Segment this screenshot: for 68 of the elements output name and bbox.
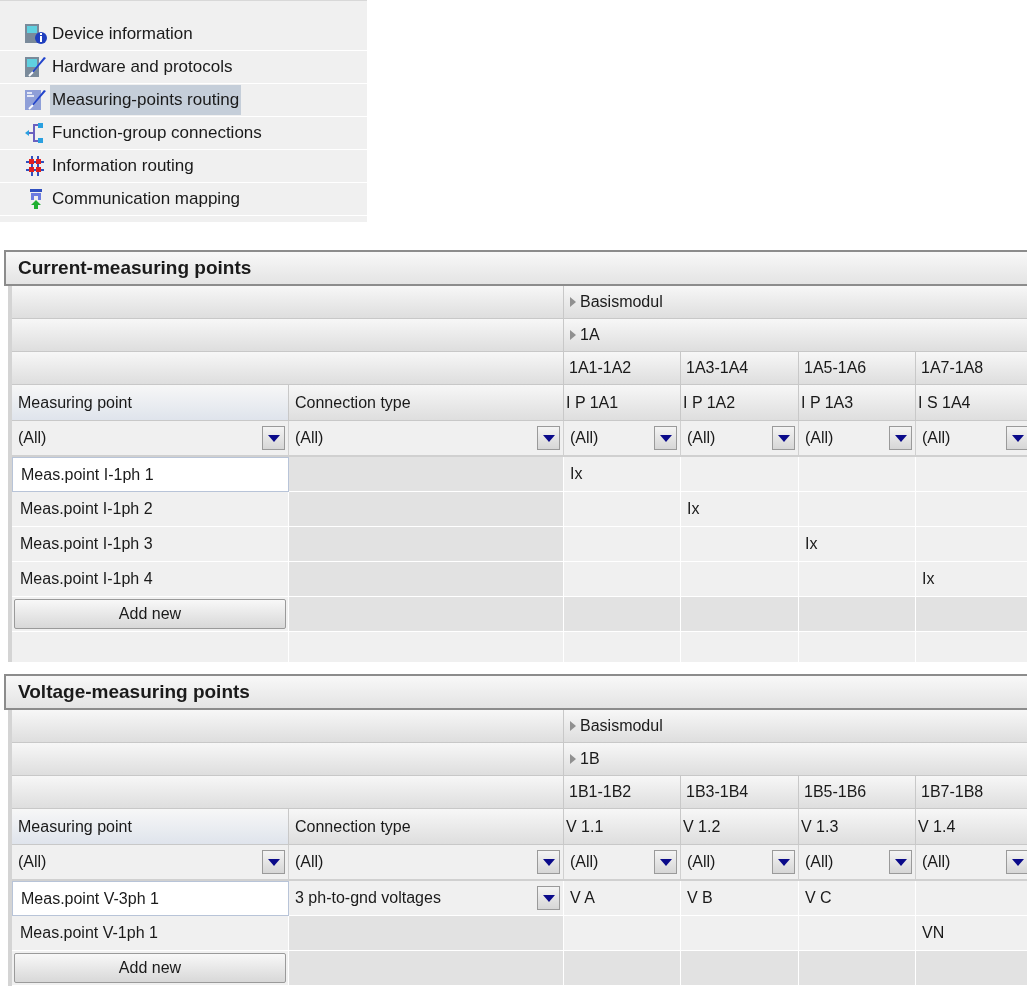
table-cell: V C [799,881,916,916]
nav-item[interactable]: Information routing [50,151,196,181]
table-cell: V B [681,881,799,916]
expand-triangle-icon[interactable] [570,297,576,307]
column-header[interactable]: I P 1A2 [681,385,799,421]
column-header: 1B3-1B4 [681,776,799,809]
column-header[interactable]: Measuring point [12,809,289,845]
table-cell: Ix [799,527,916,562]
routing-screwdriver-icon [24,89,48,111]
column-header[interactable]: V 1.3 [799,809,916,845]
section-title: Current-measuring points [4,250,1027,286]
column-header[interactable]: I S 1A4 [916,385,1027,421]
nav-item[interactable]: Communication mapping [50,184,243,214]
column-header: 1A5-1A6 [799,352,916,385]
column-header[interactable]: V 1.1 [564,809,681,845]
dropdown-field[interactable]: 3 ph-to-gnd voltages [289,881,564,916]
table-cell[interactable]: Meas.point I-1ph 3 [12,527,289,562]
expand-triangle-icon[interactable] [570,721,576,731]
column-header[interactable]: Measuring point [12,385,289,421]
column-header: 1B7-1B8 [916,776,1027,809]
column-header: 1B5-1B6 [799,776,916,809]
column-header[interactable]: Connection type [289,809,564,845]
filter-dropdown[interactable]: (All) [916,421,1027,457]
nav-item[interactable]: Function-group connections [50,118,264,148]
column-header[interactable]: Connection type [289,385,564,421]
group-header: 1A [580,325,600,345]
table-cell: Ix [564,457,681,492]
add-new-button[interactable]: Add new [14,599,286,629]
column-header: 1A3-1A4 [681,352,799,385]
table-cell: Ix [681,492,799,527]
device-screwdriver-icon [24,56,48,78]
table-cell[interactable]: Meas.point V-3ph 1 [12,881,289,916]
table-cell[interactable]: Meas.point I-1ph 2 [12,492,289,527]
device-info-icon [24,23,48,45]
group-header: Basismodul [580,716,663,736]
table-cell: V A [564,881,681,916]
column-header[interactable]: I P 1A1 [564,385,681,421]
filter-dropdown[interactable]: (All) [681,421,799,457]
filter-dropdown[interactable]: (All) [564,845,681,881]
table-cell: Ix [916,562,1027,597]
table-cell: VN [916,916,1027,951]
filter-dropdown[interactable]: (All) [12,421,289,457]
expand-triangle-icon[interactable] [570,754,576,764]
filter-dropdown[interactable]: (All) [289,845,564,881]
column-header[interactable]: V 1.4 [916,809,1027,845]
add-new-button[interactable]: Add new [14,953,286,983]
column-header[interactable]: V 1.2 [681,809,799,845]
filter-dropdown[interactable]: (All) [12,845,289,881]
column-header: 1A7-1A8 [916,352,1027,385]
filter-dropdown[interactable]: (All) [289,421,564,457]
column-header: 1A1-1A2 [564,352,681,385]
filter-dropdown[interactable]: (All) [799,845,916,881]
nav-item[interactable]: Device information [50,19,195,49]
section-title: Voltage-measuring points [4,674,1027,710]
filter-dropdown[interactable]: (All) [916,845,1027,881]
group-header: 1B [580,749,600,769]
nav-item[interactable]: Measuring-points routing [50,85,242,115]
column-header[interactable]: I P 1A3 [799,385,916,421]
table-cell[interactable]: Meas.point V-1ph 1 [12,916,289,951]
column-header: 1B1-1B2 [564,776,681,809]
table-cell[interactable]: Meas.point I-1ph 1 [12,457,289,492]
nav-item[interactable]: Hardware and protocols [50,52,235,82]
filter-dropdown[interactable]: (All) [564,421,681,457]
expand-triangle-icon[interactable] [570,330,576,340]
group-header: Basismodul [580,292,663,312]
filter-dropdown[interactable]: (All) [681,845,799,881]
filter-dropdown[interactable]: (All) [799,421,916,457]
table-cell[interactable]: Meas.point I-1ph 4 [12,562,289,597]
